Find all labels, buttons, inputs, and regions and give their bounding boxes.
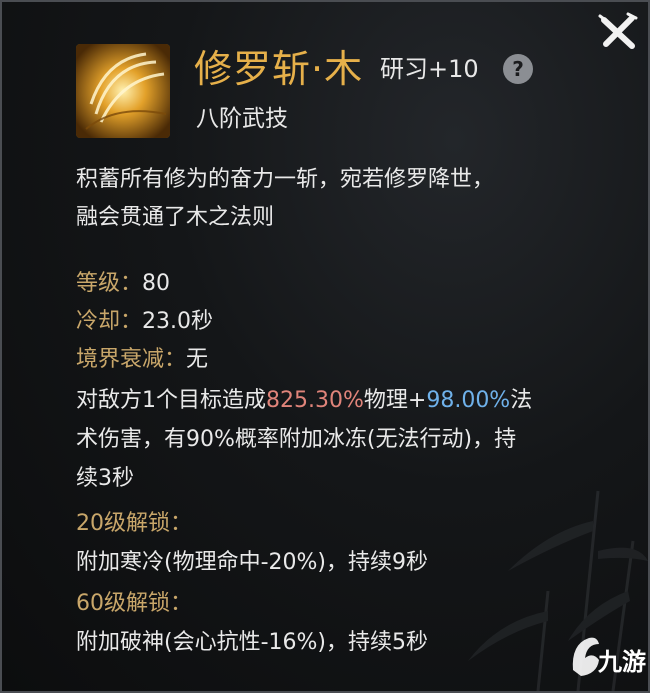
description-line-2: 融会贯通了木之法则: [76, 205, 275, 230]
effect-prefix: 对敌方1个目标造成: [76, 388, 266, 413]
skill-rank: 八阶武技: [196, 106, 288, 132]
effect-line-3: 续3秒: [76, 466, 134, 491]
cooldown-row: 冷却：23.0秒: [76, 304, 213, 340]
effect-line-2: 术伤害，有90%概率附加冰冻(无法行动)，持: [76, 427, 517, 452]
unlock-20-title: 20级解锁：: [76, 511, 192, 536]
level-label: 等级：: [76, 271, 143, 296]
unlock-60-title: 60级解锁：: [76, 591, 192, 616]
help-icon[interactable]: ?: [503, 54, 533, 84]
cooldown-label: 冷却：: [76, 309, 143, 334]
cooldown-value: 23.0秒: [142, 309, 214, 334]
realm-value: 无: [186, 347, 209, 372]
realm-row: 境界衰减：无: [76, 342, 208, 378]
close-icon[interactable]: [598, 12, 638, 52]
unlock-60-text: 附加破神(会心抗性-16%)，持续5秒: [76, 630, 429, 655]
magic-damage-percent: 98.00%: [426, 388, 511, 413]
skill-name: 修罗斩·木: [194, 47, 364, 91]
study-level: 研习+10: [380, 55, 479, 83]
unlock-20-text: 附加寒冷(物理命中-20%)，持续9秒: [76, 550, 429, 575]
level-value: 80: [142, 271, 171, 296]
realm-label: 境界衰减：: [76, 347, 187, 372]
effect-suffix: 法: [510, 388, 533, 413]
level-row: 等级：80: [76, 266, 170, 302]
skill-icon: [76, 44, 170, 138]
physical-damage-percent: 825.30%: [266, 388, 364, 413]
description-line-1: 积蓄所有修为的奋力一斩，宛若修罗降世，: [76, 167, 495, 192]
effect-line-1: 对敌方1个目标造成825.30%物理+98.00%法: [76, 383, 532, 419]
effect-mid: 物理+: [363, 388, 427, 413]
skill-tooltip-panel: 修罗斩·木 研习+10 ? 八阶武技 积蓄所有修为的奋力一斩，宛若修罗降世， 融…: [0, 0, 650, 693]
watermark-text: 九游: [598, 648, 646, 676]
